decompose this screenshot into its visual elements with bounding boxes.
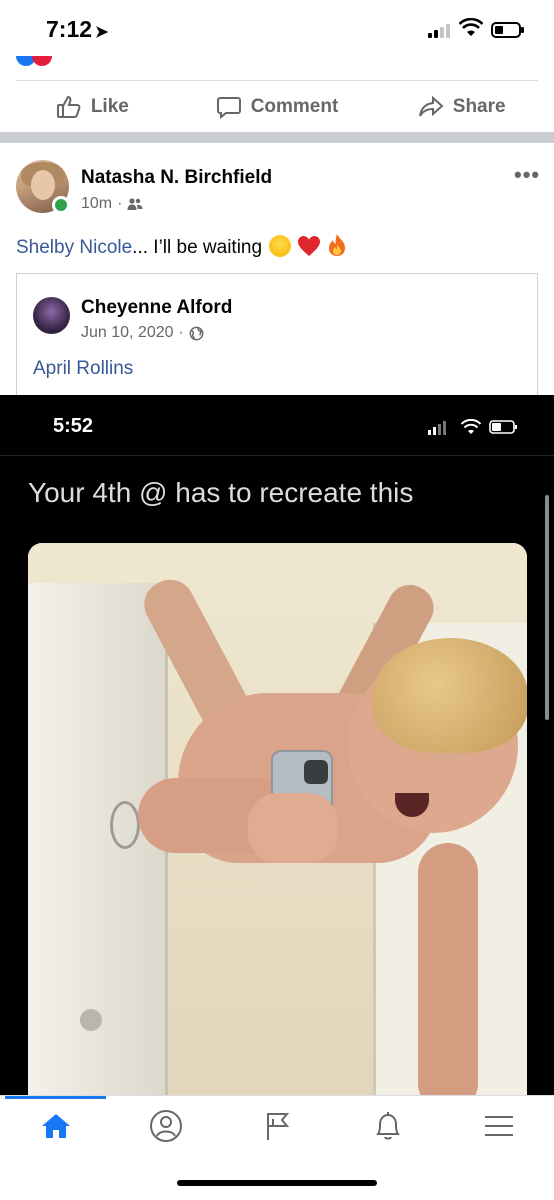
embedded-scrollbar <box>545 495 549 720</box>
like-label: Like <box>90 96 129 117</box>
home-icon <box>42 1114 70 1138</box>
tab-home[interactable] <box>26 1106 86 1146</box>
battery-icon <box>491 22 524 38</box>
comment-label: Comment <box>250 96 339 117</box>
embedded-divider <box>0 455 554 456</box>
thumbs-up-icon <box>56 95 81 118</box>
shared-author-name[interactable]: Cheyenne Alford <box>81 297 232 319</box>
home-indicator <box>177 1180 377 1186</box>
wifi-icon <box>459 18 483 36</box>
divider <box>16 80 538 81</box>
tab-notifications[interactable] <box>358 1106 418 1146</box>
status-time: 7:12 ➤ <box>46 16 108 43</box>
profile-icon <box>150 1110 182 1142</box>
comment-bubble-icon <box>216 97 241 120</box>
comment-button[interactable]: Comment <box>185 82 370 132</box>
share-button[interactable]: Share <box>369 82 554 132</box>
tab-menu[interactable] <box>469 1106 529 1146</box>
shared-author-avatar[interactable] <box>33 297 70 334</box>
tab-profile[interactable] <box>136 1106 196 1146</box>
active-tab-indicator <box>5 1096 106 1099</box>
red-heart-emoji-icon <box>297 236 320 256</box>
friends-icon <box>127 198 143 210</box>
reactions-peek <box>16 56 76 66</box>
online-status-dot <box>52 196 70 214</box>
meta-separator: · <box>117 195 123 212</box>
more-options-button[interactable]: ••• <box>514 162 540 188</box>
feed-separator <box>0 132 554 143</box>
shared-post-image[interactable]: 5:52 Your 4th @ has to recreate this <box>0 395 554 1100</box>
shared-post-meta: Jun 10, 2020 · <box>81 324 204 342</box>
globe-icon <box>189 326 204 340</box>
shared-mention-link[interactable]: April Rollins <box>33 358 133 380</box>
share-label: Share <box>452 96 506 117</box>
location-arrow-icon: ➤ <box>95 24 109 41</box>
pages-flag-icon <box>267 1113 290 1140</box>
shared-post-date[interactable]: Jun 10, 2020 <box>81 324 174 342</box>
post-meta: 10m · <box>81 195 143 213</box>
post-text: Shelby Nicole... I’ll be waiting <box>16 233 348 259</box>
author-name[interactable]: Natasha N. Birchfield <box>81 167 272 189</box>
embedded-caption: Your 4th @ has to recreate this <box>28 477 414 508</box>
laughing-emoji-icon <box>269 235 292 257</box>
meta-separator: · <box>178 324 184 341</box>
share-arrow-icon <box>418 95 444 117</box>
fire-emoji-icon <box>328 234 345 256</box>
status-bar: 7:12 ➤ <box>0 0 554 60</box>
notifications-bell-icon <box>376 1112 400 1140</box>
post-body: ... I’ll be waiting <box>132 237 263 258</box>
like-button[interactable]: Like <box>0 82 185 132</box>
mention-link[interactable]: Shelby Nicole <box>16 237 132 258</box>
menu-icon <box>485 1116 513 1136</box>
post-action-bar: Like Comment Share <box>0 82 554 132</box>
embedded-photo <box>28 543 527 1100</box>
status-time-text: 7:12 <box>46 16 93 42</box>
post-timestamp[interactable]: 10m <box>81 195 112 213</box>
cellular-signal-icon <box>428 22 454 38</box>
embedded-status-icons <box>428 419 517 435</box>
embedded-status-time: 5:52 <box>53 415 94 437</box>
tab-pages[interactable] <box>247 1106 307 1146</box>
